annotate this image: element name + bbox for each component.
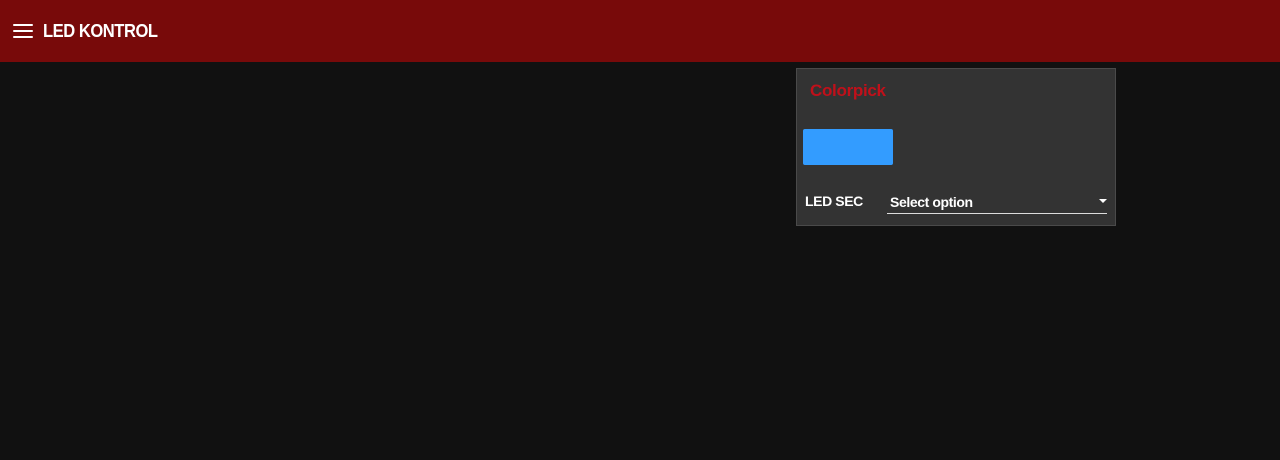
card-title: Colorpick <box>810 81 886 100</box>
hamburger-menu-icon[interactable] <box>13 24 33 38</box>
led-select-value: Select option <box>890 194 973 210</box>
colorpick-card: Colorpick LED SEC Select option <box>796 68 1116 226</box>
app-title: LED KONTROL <box>43 20 158 41</box>
caret-down-icon <box>1099 199 1107 203</box>
app-header: LED KONTROL <box>0 0 1280 62</box>
color-picker-swatch[interactable] <box>803 129 893 165</box>
led-select-dropdown[interactable]: Select option <box>887 191 1107 214</box>
led-select-row: LED SEC Select option <box>805 191 1109 215</box>
led-select-label: LED SEC <box>805 193 863 209</box>
